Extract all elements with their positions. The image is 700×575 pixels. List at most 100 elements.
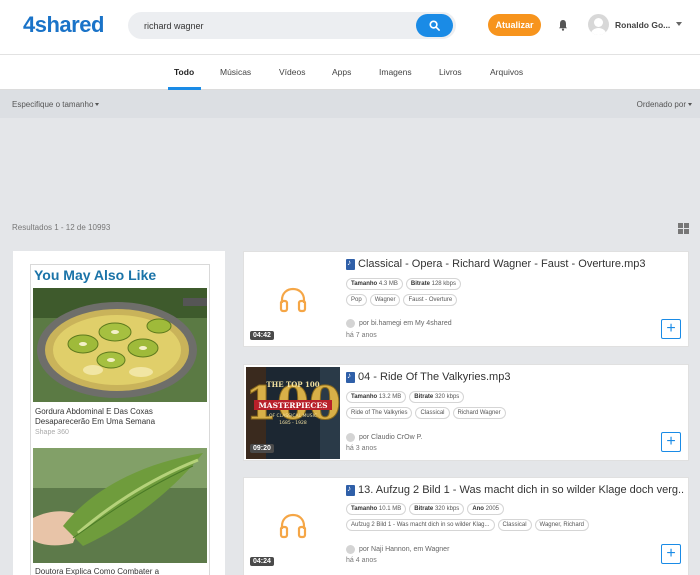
file-thumbnail[interactable]: 04:42 <box>246 254 340 346</box>
file-thumbnail[interactable]: 100 THE TOP 100 MASTERPIECES OF CLASSICA… <box>246 367 340 459</box>
file-title-text: Classical - Opera - Richard Wagner - Fau… <box>358 258 646 270</box>
ad-title: You May Also Like <box>34 267 157 283</box>
uploader-text: por Naji Hannon <box>359 546 410 553</box>
bitrate-chip: Bitrate 320 kbps <box>409 503 465 515</box>
user-avatar[interactable] <box>588 14 609 35</box>
add-to-account-button[interactable]: + <box>661 319 681 339</box>
user-name[interactable]: Ronaldo Go... <box>615 20 670 30</box>
uploader-avatar <box>346 545 355 554</box>
file-meta: Tamanho 4.3 MB Bitrate 128 kbps <box>346 278 461 290</box>
file-meta: Tamanho 10.1 MB Bitrate 320 kbps Ano 200… <box>346 503 505 515</box>
user-menu-caret-icon[interactable] <box>676 22 682 26</box>
tag-chip[interactable]: Aufzug 2 Bild 1 - Was macht dich in so w… <box>346 519 495 531</box>
headphones-icon <box>279 513 307 539</box>
uploader-folder: , em Wagner <box>409 546 450 553</box>
size-chip: Tamanho 13.2 MB <box>346 391 407 403</box>
caret-down-icon <box>688 103 692 107</box>
tab-imagens[interactable]: Imagens <box>379 67 412 77</box>
audio-file-icon <box>346 484 355 496</box>
search-input[interactable] <box>144 17 404 34</box>
tag-chip[interactable]: Pop <box>346 294 367 306</box>
tab-livros[interactable]: Livros <box>439 67 462 77</box>
sort-dropdown[interactable]: Ordenado por <box>637 100 692 109</box>
svg-text:THE TOP 100: THE TOP 100 <box>266 380 319 389</box>
category-tabs: Todo Músicas Vídeos Apps Imagens Livros … <box>0 55 700 90</box>
update-button[interactable]: Atualizar <box>488 14 541 36</box>
add-to-account-button[interactable]: + <box>661 432 681 452</box>
logo-word: shared <box>34 12 105 37</box>
search-icon <box>429 20 440 31</box>
file-title-text: 04 - Ride Of The Valkyries.mp3 <box>358 371 511 383</box>
file-tags: Ride of The Valkyries Classical Richard … <box>346 407 506 419</box>
uploader-line[interactable]: por bi.hamegi em My 4shared <box>346 319 452 328</box>
file-thumbnail[interactable]: 04:24 <box>246 480 340 572</box>
ad-image-aloe[interactable] <box>33 448 207 563</box>
file-card[interactable]: 04:42 Classical - Opera - Richard Wagner… <box>243 251 689 347</box>
search-bar <box>128 12 456 39</box>
file-card[interactable]: 04:24 13. Aufzug 2 Bild 1 - Was macht di… <box>243 477 689 575</box>
caret-down-icon <box>95 103 100 107</box>
year-chip: Ano 2005 <box>467 503 505 515</box>
uploader-line[interactable]: por Claudio CrOw P. <box>346 433 422 442</box>
audio-file-icon <box>346 371 355 383</box>
notifications-bell-icon[interactable] <box>558 18 568 36</box>
file-title-link[interactable]: Classical - Opera - Richard Wagner - Fau… <box>346 258 684 270</box>
tag-chip[interactable]: Faust - Overture <box>403 294 458 306</box>
tag-chip[interactable]: Classical <box>497 519 532 531</box>
uploader-line[interactable]: por Naji Hannon, em Wagner <box>346 545 449 554</box>
grid-view-icon[interactable] <box>678 223 689 234</box>
audio-file-icon <box>346 258 355 270</box>
tag-chip[interactable]: Richard Wagner <box>452 407 506 419</box>
ad-source-1: Shape 360 <box>35 429 69 436</box>
file-tags: Pop Wagner Faust - Overture <box>346 294 458 306</box>
size-chip: Tamanho 4.3 MB <box>346 278 403 290</box>
uploader-text: por Claudio CrOw P. <box>359 434 423 441</box>
filter-bar: Especifique o tamanho Ordenado por <box>0 90 700 118</box>
file-title-link[interactable]: 13. Aufzug 2 Bild 1 - Was macht dich in … <box>346 484 684 496</box>
upload-age: há 3 anos <box>346 445 377 452</box>
duration-badge: 09:20 <box>250 444 274 453</box>
svg-text:1685 - 1928: 1685 - 1928 <box>279 420 307 426</box>
ad-panel: You May Also Like Gordura Abdominal E Da… <box>13 251 225 575</box>
logo-number: 4 <box>23 12 35 37</box>
file-card[interactable]: 100 THE TOP 100 MASTERPIECES OF CLASSICA… <box>243 364 689 461</box>
tab-apps[interactable]: Apps <box>332 67 351 77</box>
tab-videos[interactable]: Vídeos <box>279 67 305 77</box>
ad-caption-1[interactable]: Gordura Abdominal E Das Coxas Desaparece… <box>35 407 205 427</box>
file-tags: Aufzug 2 Bild 1 - Was macht dich in so w… <box>346 519 589 531</box>
headphones-icon <box>279 287 307 313</box>
svg-text:MASTERPIECES: MASTERPIECES <box>258 401 327 410</box>
bitrate-chip: Bitrate 320 kbps <box>409 391 465 403</box>
add-to-account-button[interactable]: + <box>661 544 681 564</box>
plus-icon: + <box>666 545 676 562</box>
bitrate-chip: Bitrate 128 kbps <box>405 278 461 290</box>
results-count: Resultados 1 - 12 de 10993 <box>12 223 111 232</box>
sort-label: Ordenado por <box>636 100 686 109</box>
duration-badge: 04:24 <box>250 557 274 566</box>
file-title-text: 13. Aufzug 2 Bild 1 - Was macht dich in … <box>358 484 684 496</box>
ad-caption-2[interactable]: Doutora Explica Como Combater a <box>35 567 205 575</box>
file-title-link[interactable]: 04 - Ride Of The Valkyries.mp3 <box>346 371 684 383</box>
tag-chip[interactable]: Wagner, Richard <box>534 519 589 531</box>
tag-chip[interactable]: Classical <box>415 407 450 419</box>
uploader-avatar <box>346 319 355 328</box>
tab-todo[interactable]: Todo <box>174 67 194 77</box>
logo-4shared[interactable]: 4shared <box>23 12 104 38</box>
plus-icon: + <box>666 320 676 337</box>
tab-arquivos[interactable]: Arquivos <box>490 67 523 77</box>
uploader-avatar <box>346 433 355 442</box>
ad-frame: You May Also Like Gordura Abdominal E Da… <box>30 264 210 575</box>
upload-age: há 7 anos <box>346 332 377 339</box>
tab-musicas[interactable]: Músicas <box>220 67 251 77</box>
file-meta: Tamanho 13.2 MB Bitrate 320 kbps <box>346 391 465 403</box>
ad-image-kiwi-pot[interactable] <box>33 288 207 402</box>
duration-badge: 04:42 <box>250 331 274 340</box>
upload-age: há 4 anos <box>346 557 377 564</box>
tag-chip[interactable]: Wagner <box>369 294 401 306</box>
size-chip: Tamanho 10.1 MB <box>346 503 407 515</box>
tag-chip[interactable]: Ride of The Valkyries <box>346 407 413 419</box>
size-filter-dropdown[interactable]: Especifique o tamanho <box>12 100 100 109</box>
search-button[interactable] <box>416 14 453 37</box>
uploader-text: por bi.hamegi em My 4shared <box>359 320 452 327</box>
plus-icon: + <box>666 433 676 450</box>
